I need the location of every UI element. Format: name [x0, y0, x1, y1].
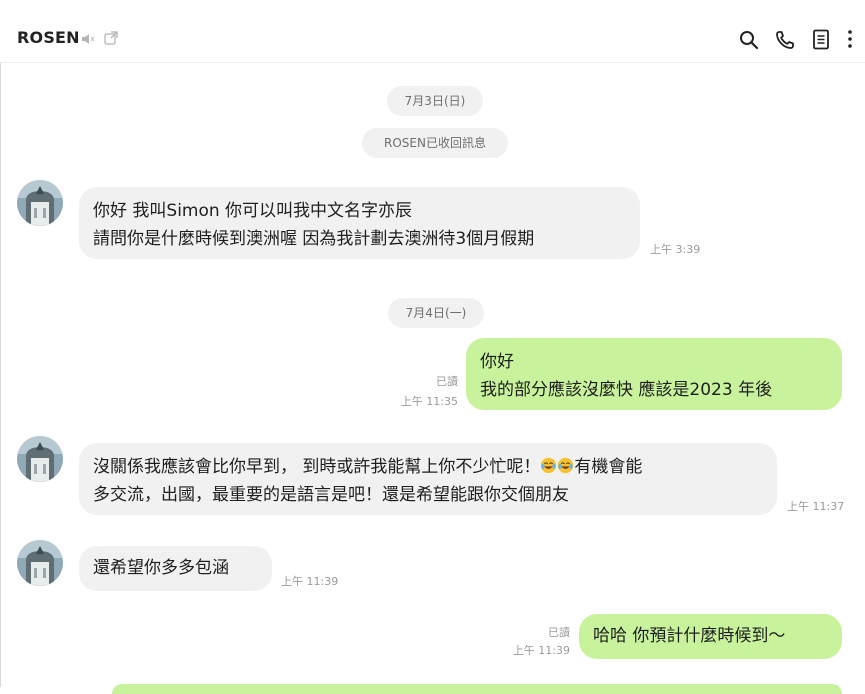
- speaker-muted-icon[interactable]: [80, 31, 96, 47]
- system-message-recall: ROSEN已收回訊息: [362, 128, 508, 158]
- message-text: 你好: [480, 352, 514, 372]
- chat-header: ROSEN: [0, 0, 865, 62]
- read-receipt: 已讀: [548, 626, 570, 639]
- avatar-photo: [17, 540, 63, 586]
- message-text: 沒關係我應該會比你早到， 到時或許我能幫上你不少忙呢！: [93, 457, 541, 477]
- message-text: 我的部分應該沒麼快 應該是2023 年後: [480, 380, 773, 400]
- message-time: 上午 11:39: [281, 575, 339, 588]
- avatar-photo: [17, 436, 63, 482]
- laughing-tears-emoji-icon: [558, 457, 574, 474]
- message-text: 有機會能: [574, 457, 643, 477]
- message-bubble-incoming[interactable]: 你好 我叫Simon 你可以叫我中文名字亦辰 請問你是什麼時候到澳洲喔 因為我計…: [79, 187, 640, 259]
- message-text: 哈哈 你預計什麼時候到～: [593, 626, 786, 646]
- read-receipt: 已讀: [436, 375, 458, 388]
- message-time: 上午 11:35: [400, 395, 458, 408]
- avatar-photo: [17, 180, 63, 226]
- search-icon[interactable]: [739, 30, 759, 50]
- popout-icon[interactable]: [103, 30, 119, 46]
- notes-icon[interactable]: [812, 29, 830, 50]
- date-separator: 7月3日(日): [387, 86, 483, 116]
- message-text: 你好 我叫Simon 你可以叫我中文名字亦辰: [93, 201, 413, 221]
- avatar[interactable]: [17, 180, 63, 226]
- date-separator: 7月4日(一): [388, 298, 484, 328]
- message-time: 上午 11:39: [512, 644, 570, 657]
- message-bubble-outgoing-partial: [112, 684, 842, 694]
- message-bubble-incoming[interactable]: 沒關係我應該會比你早到， 到時或許我能幫上你不少忙呢！ 有機會能 多交流，出國，最…: [79, 443, 777, 515]
- laughing-tears-emoji-icon: [541, 457, 557, 474]
- message-text-line: 沒關係我應該會比你早到， 到時或許我能幫上你不少忙呢！ 有機會能: [93, 453, 763, 481]
- message-time: 上午 3:39: [650, 243, 701, 256]
- avatar[interactable]: [17, 436, 63, 482]
- message-text: 請問你是什麼時候到澳洲喔 因為我計劃去澳洲待3個月假期: [93, 229, 535, 249]
- avatar[interactable]: [17, 540, 63, 586]
- phone-icon[interactable]: [775, 30, 795, 50]
- header-divider: [0, 62, 865, 63]
- message-text: 多交流，出國，最重要的是語言是吧！還是希望能跟你交個朋友: [93, 485, 569, 505]
- message-text: 還希望你多多包涵: [93, 558, 229, 578]
- message-time: 上午 11:37: [787, 500, 845, 513]
- more-icon[interactable]: [846, 29, 854, 49]
- chat-title: ROSEN: [17, 28, 80, 47]
- window-left-border: [0, 0, 1, 687]
- message-bubble-incoming[interactable]: 還希望你多多包涵: [79, 546, 272, 591]
- message-bubble-outgoing[interactable]: 哈哈 你預計什麼時候到～: [579, 614, 842, 659]
- message-bubble-outgoing[interactable]: 你好 我的部分應該沒麼快 應該是2023 年後: [466, 338, 842, 410]
